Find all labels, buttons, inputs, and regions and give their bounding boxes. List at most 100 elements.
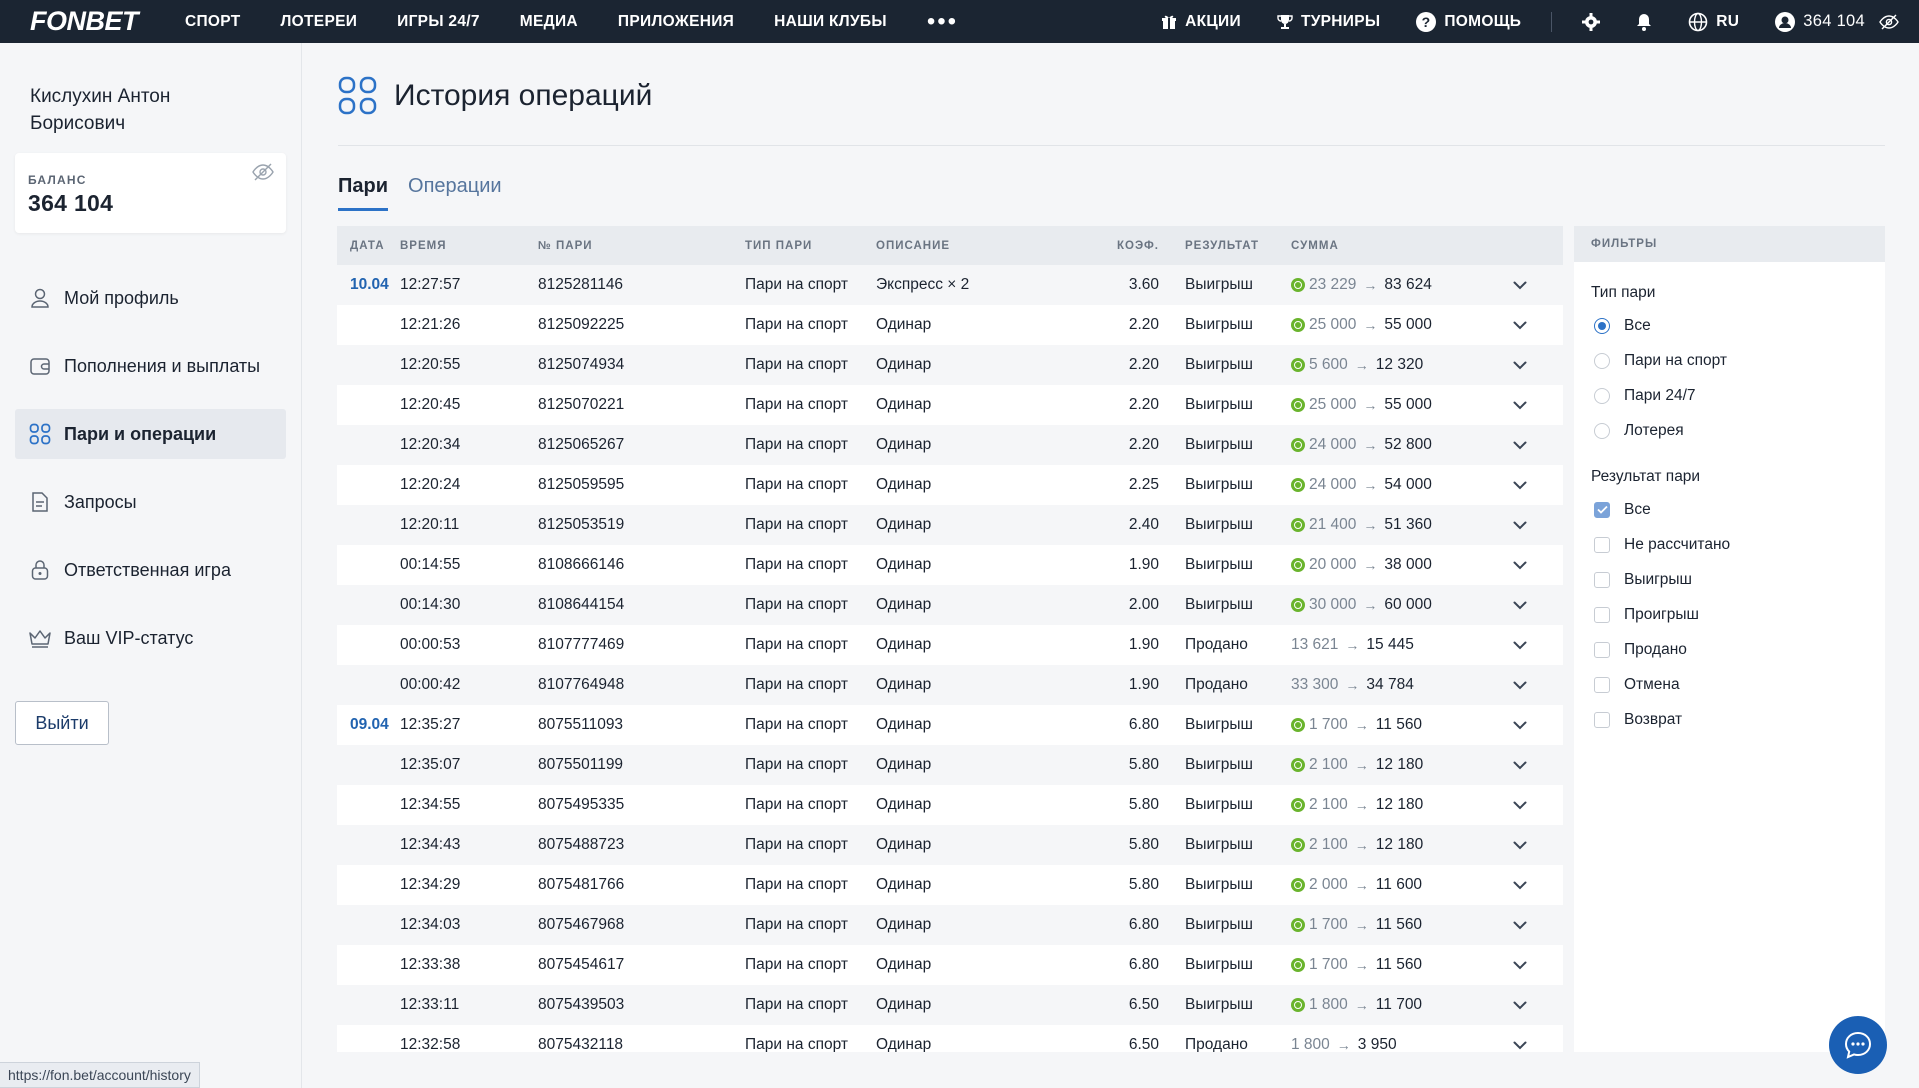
expand-row-button[interactable] bbox=[1505, 441, 1535, 450]
nav-our-clubs[interactable]: НАШИ КЛУБЫ bbox=[774, 13, 887, 31]
table-row[interactable]: 10.04 12:27:57 8125281146 Пари на спорт Эксп… bbox=[337, 265, 1563, 305]
cell-time: 12:33:11 bbox=[400, 996, 460, 1013]
table-row[interactable]: 12:34:29 8075481766 Пари на спорт Одинар 5.8… bbox=[337, 865, 1563, 905]
column-header-bet-type[interactable]: ТИП ПАРИ bbox=[745, 240, 876, 252]
promos-link[interactable]: АКЦИИ bbox=[1161, 13, 1241, 31]
result-option[interactable]: Выигрыш bbox=[1574, 562, 1885, 597]
more-menu-icon[interactable]: ••• bbox=[927, 9, 958, 34]
result-option[interactable]: Возврат bbox=[1574, 702, 1885, 737]
bet-type-option[interactable]: Лотерея bbox=[1574, 413, 1885, 448]
sidebar-item-profile[interactable]: Мой профиль bbox=[15, 273, 286, 323]
expand-row-button[interactable] bbox=[1505, 841, 1535, 850]
sidebar-item-responsible-gaming[interactable]: Ответственная игра bbox=[15, 545, 286, 595]
result-option[interactable]: Продано bbox=[1574, 632, 1885, 667]
bet-type-option[interactable]: Пари на спорт bbox=[1574, 343, 1885, 378]
nav-apps[interactable]: ПРИЛОЖЕНИЯ bbox=[618, 13, 734, 31]
table-row[interactable]: 12:34:03 8075467968 Пари на спорт Одинар 6.8… bbox=[337, 905, 1563, 945]
user-full-name: Кислухин Антон Борисович bbox=[30, 86, 171, 134]
eye-off-icon[interactable] bbox=[1879, 14, 1899, 30]
checkbox[interactable] bbox=[1594, 606, 1610, 623]
eye-off-icon[interactable] bbox=[252, 163, 274, 181]
checkbox[interactable] bbox=[1594, 676, 1610, 693]
column-header-result[interactable]: РЕЗУЛЬТАТ bbox=[1159, 240, 1291, 252]
nav-lotteries[interactable]: ЛОТЕРЕИ bbox=[281, 13, 358, 31]
table-row[interactable]: 12:35:07 8075501199 Пари на спорт Одинар 5.8… bbox=[337, 745, 1563, 785]
result-option[interactable]: Отмена bbox=[1574, 667, 1885, 702]
table-row[interactable]: 09.04 12:35:27 8075511093 Пари на спорт Один… bbox=[337, 705, 1563, 745]
table-row[interactable]: 12:20:24 8125059595 Пари на спорт Одинар 2.2… bbox=[337, 465, 1563, 505]
expand-row-button[interactable] bbox=[1505, 561, 1535, 570]
expand-row-button[interactable] bbox=[1505, 281, 1535, 290]
result-option[interactable]: Проигрыш bbox=[1574, 597, 1885, 632]
expand-row-button[interactable] bbox=[1505, 721, 1535, 730]
bet-type-option[interactable]: Пари 24/7 bbox=[1574, 378, 1885, 413]
expand-row-button[interactable] bbox=[1505, 961, 1535, 970]
fonbet-logo[interactable]: FONBET bbox=[30, 6, 185, 37]
account-balance-button[interactable]: 364 104 bbox=[1775, 11, 1899, 32]
expand-row-button[interactable] bbox=[1505, 801, 1535, 810]
result-option[interactable]: Не рассчитано bbox=[1574, 527, 1885, 562]
table-row[interactable]: 12:32:58 8075432118 Пари на спорт Одинар 6.5… bbox=[337, 1025, 1563, 1052]
table-row[interactable]: 12:20:55 8125074934 Пари на спорт Одинар 2.2… bbox=[337, 345, 1563, 385]
table-row[interactable]: 00:14:30 8108644154 Пари на спорт Одинар 2.0… bbox=[337, 585, 1563, 625]
expand-row-button[interactable] bbox=[1505, 321, 1535, 330]
expand-row-button[interactable] bbox=[1505, 881, 1535, 890]
table-row[interactable]: 00:00:42 8107764948 Пари на спорт Одинар 1.9… bbox=[337, 665, 1563, 705]
expand-row-button[interactable] bbox=[1505, 361, 1535, 370]
expand-row-button[interactable] bbox=[1505, 1041, 1535, 1050]
sidebar-item-requests[interactable]: Запросы bbox=[15, 477, 286, 527]
settings-button[interactable] bbox=[1582, 12, 1601, 31]
expand-row-button[interactable] bbox=[1505, 481, 1535, 490]
radio-button[interactable] bbox=[1594, 387, 1610, 404]
column-header-time[interactable]: ВРЕМЯ bbox=[400, 240, 538, 252]
column-header-sum[interactable]: СУММА bbox=[1291, 240, 1505, 252]
nav-sport[interactable]: СПОРТ bbox=[185, 13, 241, 31]
table-row[interactable]: 12:21:26 8125092225 Пари на спорт Одинар 2.2… bbox=[337, 305, 1563, 345]
checkbox[interactable] bbox=[1594, 711, 1610, 728]
checkbox[interactable] bbox=[1594, 571, 1610, 588]
table-row[interactable]: 12:20:45 8125070221 Пари на спорт Одинар 2.2… bbox=[337, 385, 1563, 425]
table-row[interactable]: 00:00:53 8107777469 Пари на спорт Одинар 1.9… bbox=[337, 625, 1563, 665]
table-row[interactable]: 12:34:55 8075495335 Пари на спорт Одинар 5.8… bbox=[337, 785, 1563, 825]
logout-button[interactable]: Выйти bbox=[15, 701, 109, 745]
checkbox[interactable] bbox=[1594, 641, 1610, 658]
help-link[interactable]: ? ПОМОЩЬ bbox=[1416, 11, 1521, 32]
tab-operations[interactable]: Операции bbox=[408, 175, 502, 211]
result-option[interactable]: Все bbox=[1574, 492, 1885, 527]
language-selector[interactable]: RU bbox=[1688, 12, 1739, 32]
column-header-description[interactable]: ОПИСАНИЕ bbox=[876, 240, 1101, 252]
sidebar-item-vip-status[interactable]: Ваш VIP-статус bbox=[15, 613, 286, 663]
column-header-bet-number[interactable]: № ПАРИ bbox=[538, 240, 745, 252]
expand-row-button[interactable] bbox=[1505, 921, 1535, 930]
sidebar-item-bets-operations[interactable]: Пари и операции bbox=[15, 409, 286, 459]
table-row[interactable]: 12:34:43 8075488723 Пари на спорт Одинар 5.8… bbox=[337, 825, 1563, 865]
checkbox[interactable] bbox=[1594, 501, 1610, 518]
nav-games-24-7[interactable]: ИГРЫ 24/7 bbox=[397, 13, 480, 31]
radio-button[interactable] bbox=[1594, 352, 1610, 369]
expand-row-button[interactable] bbox=[1505, 681, 1535, 690]
table-row[interactable]: 12:33:11 8075439503 Пари на спорт Одинар 6.5… bbox=[337, 985, 1563, 1025]
tab-bets[interactable]: Пари bbox=[338, 175, 389, 211]
column-header-date[interactable]: ДАТА bbox=[337, 240, 400, 252]
bet-type-option[interactable]: Все bbox=[1574, 308, 1885, 343]
expand-row-button[interactable] bbox=[1505, 521, 1535, 530]
table-row[interactable]: 12:20:34 8125065267 Пари на спорт Одинар 2.2… bbox=[337, 425, 1563, 465]
checkbox[interactable] bbox=[1594, 536, 1610, 553]
expand-row-button[interactable] bbox=[1505, 761, 1535, 770]
column-header-coefficient[interactable]: КОЭФ. bbox=[1101, 240, 1159, 252]
chat-button[interactable] bbox=[1829, 1016, 1887, 1074]
table-row[interactable]: 00:14:55 8108666146 Пари на спорт Одинар 1.9… bbox=[337, 545, 1563, 585]
tournaments-link[interactable]: ТУРНИРЫ bbox=[1277, 13, 1380, 31]
cell-time: 12:21:26 bbox=[400, 316, 461, 333]
expand-row-button[interactable] bbox=[1505, 401, 1535, 410]
expand-row-button[interactable] bbox=[1505, 1001, 1535, 1010]
nav-media[interactable]: МЕДИА bbox=[520, 13, 578, 31]
radio-button[interactable] bbox=[1594, 317, 1610, 334]
radio-button[interactable] bbox=[1594, 422, 1610, 439]
expand-row-button[interactable] bbox=[1505, 601, 1535, 610]
table-row[interactable]: 12:33:38 8075454617 Пари на спорт Одинар 6.8… bbox=[337, 945, 1563, 985]
table-row[interactable]: 12:20:11 8125053519 Пари на спорт Одинар 2.4… bbox=[337, 505, 1563, 545]
notifications-button[interactable] bbox=[1636, 13, 1652, 31]
sidebar-item-payments[interactable]: Пополнения и выплаты bbox=[15, 341, 286, 391]
expand-row-button[interactable] bbox=[1505, 641, 1535, 650]
